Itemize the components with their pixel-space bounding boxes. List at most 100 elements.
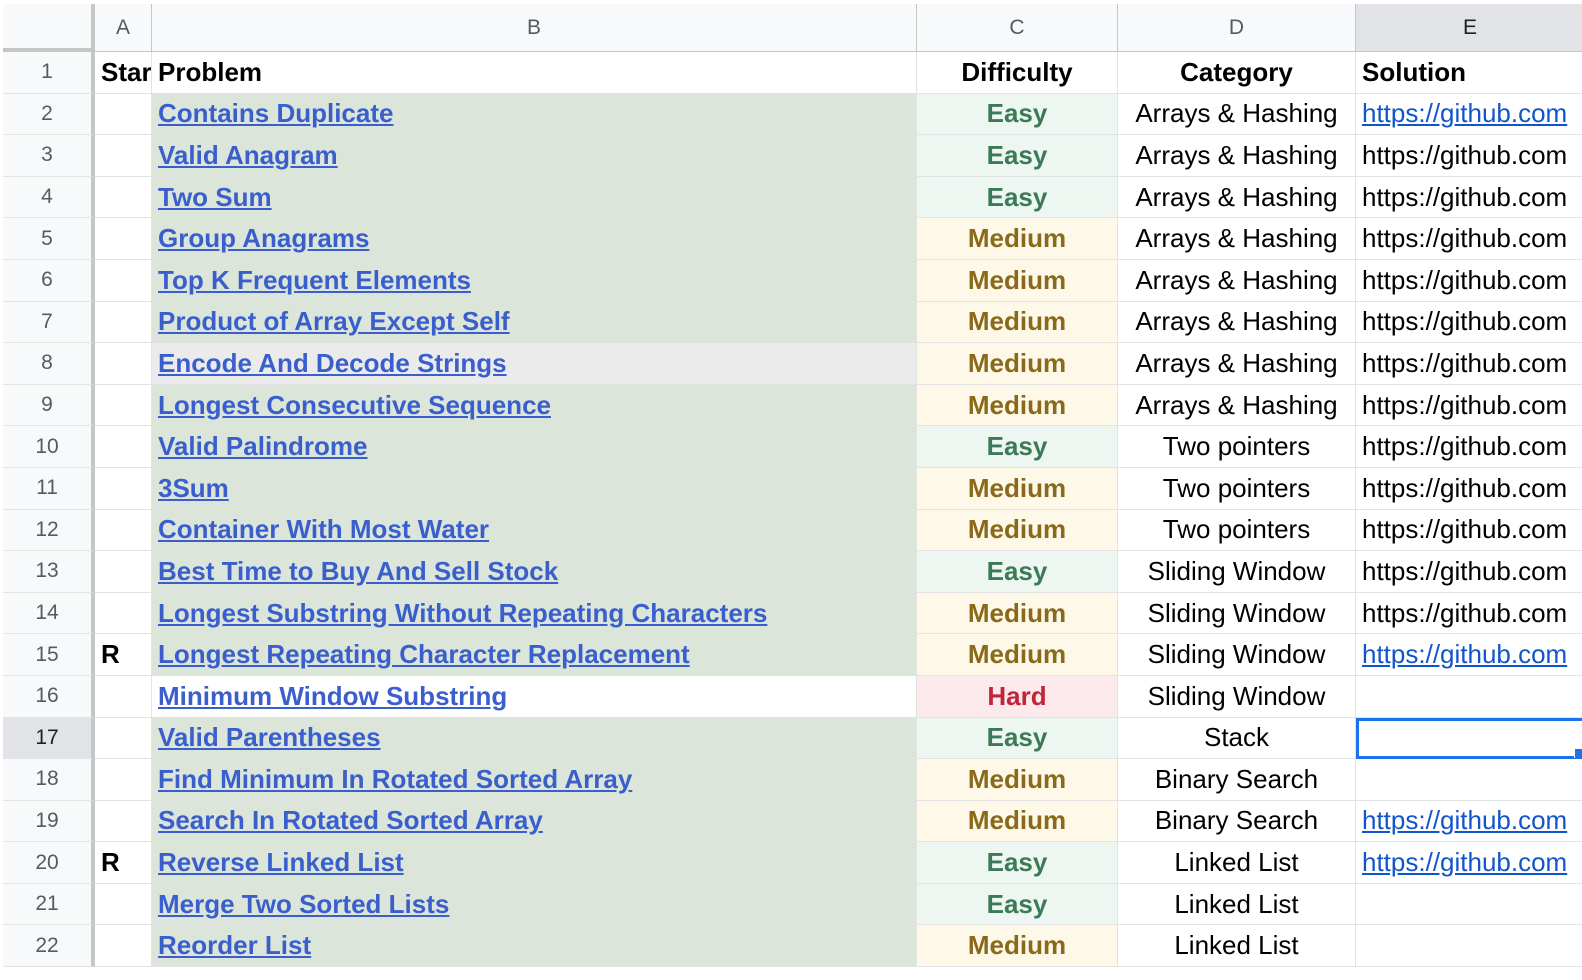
column-header-b[interactable]: B xyxy=(152,4,917,52)
row-header[interactable]: 18 xyxy=(3,759,95,801)
problem-link[interactable]: Reorder List xyxy=(158,930,311,961)
category-cell[interactable]: Sliding Window xyxy=(1118,592,1356,635)
difficulty-cell[interactable]: Easy xyxy=(917,176,1118,219)
category-cell[interactable]: Binary Search xyxy=(1118,759,1356,801)
problem-link[interactable]: 3Sum xyxy=(158,473,229,504)
problem-link[interactable]: Longest Substring Without Repeating Char… xyxy=(158,598,767,629)
solution-cell[interactable] xyxy=(1356,884,1582,926)
category-cell[interactable]: Linked List xyxy=(1118,883,1356,926)
solution-cell[interactable]: https://github.com xyxy=(1356,468,1582,510)
category-cell[interactable]: Sliding Window xyxy=(1118,675,1356,718)
header-difficulty-cell[interactable]: Difficulty xyxy=(917,52,1118,94)
solution-link[interactable]: https://github.com xyxy=(1362,306,1567,337)
column-header-c[interactable]: C xyxy=(917,4,1118,52)
problem-cell[interactable]: Reorder List xyxy=(152,925,917,968)
column-header-e[interactable]: E xyxy=(1356,4,1582,52)
difficulty-cell[interactable]: Medium xyxy=(917,343,1118,385)
solution-link[interactable]: https://github.com xyxy=(1362,265,1567,296)
row-header[interactable]: 16 xyxy=(3,675,95,718)
category-cell[interactable]: Arrays & Hashing xyxy=(1118,384,1356,427)
problem-cell[interactable]: Reverse Linked List xyxy=(152,842,917,884)
solution-cell[interactable]: https://github.com xyxy=(1356,177,1582,219)
row-header[interactable]: 6 xyxy=(3,259,95,302)
star-cell[interactable] xyxy=(95,135,152,177)
category-cell[interactable]: Linked List xyxy=(1118,842,1356,884)
row-header[interactable]: 4 xyxy=(3,176,95,219)
category-cell[interactable]: Arrays & Hashing xyxy=(1118,93,1356,136)
solution-cell[interactable]: https://github.com xyxy=(1356,343,1582,385)
problem-link[interactable]: Container With Most Water xyxy=(158,514,489,545)
problem-link[interactable]: Top K Frequent Elements xyxy=(158,265,471,296)
difficulty-cell[interactable]: Easy xyxy=(917,883,1118,926)
problem-cell[interactable]: Best Time to Buy And Sell Stock xyxy=(152,551,917,593)
problem-link[interactable]: Merge Two Sorted Lists xyxy=(158,889,449,920)
difficulty-cell[interactable]: Easy xyxy=(917,135,1118,177)
difficulty-cell[interactable]: Medium xyxy=(917,467,1118,510)
difficulty-cell[interactable]: Easy xyxy=(917,426,1118,468)
problem-cell[interactable]: Container With Most Water xyxy=(152,509,917,552)
problem-link[interactable]: Search In Rotated Sorted Array xyxy=(158,805,543,836)
row-header[interactable]: 3 xyxy=(3,135,95,177)
problem-cell[interactable]: Longest Substring Without Repeating Char… xyxy=(152,592,917,635)
problem-cell[interactable]: 3Sum xyxy=(152,467,917,510)
problem-cell[interactable]: Merge Two Sorted Lists xyxy=(152,883,917,926)
solution-link[interactable]: https://github.com xyxy=(1362,390,1567,421)
category-cell[interactable]: Two pointers xyxy=(1118,509,1356,552)
row-header[interactable]: 7 xyxy=(3,301,95,344)
solution-cell[interactable]: https://github.com xyxy=(1356,385,1582,427)
solution-link[interactable]: https://github.com xyxy=(1362,805,1567,836)
row-header[interactable]: 13 xyxy=(3,551,95,593)
row-header[interactable]: 10 xyxy=(3,426,95,468)
star-cell[interactable] xyxy=(95,509,152,552)
header-category-cell[interactable]: Category xyxy=(1118,52,1356,94)
problem-cell[interactable]: Longest Consecutive Sequence xyxy=(152,384,917,427)
problem-cell[interactable]: Encode And Decode Strings xyxy=(152,343,917,385)
problem-link[interactable]: Contains Duplicate xyxy=(158,98,393,129)
problem-link[interactable]: Two Sum xyxy=(158,182,272,213)
solution-cell[interactable]: https://github.com xyxy=(1356,302,1582,344)
row-header[interactable]: 2 xyxy=(3,93,95,136)
category-cell[interactable]: Arrays & Hashing xyxy=(1118,259,1356,302)
problem-link[interactable]: Longest Repeating Character Replacement xyxy=(158,639,690,670)
solution-cell[interactable]: https://github.com xyxy=(1356,260,1582,302)
solution-link[interactable]: https://github.com xyxy=(1362,556,1567,587)
solution-cell[interactable]: https://github.com xyxy=(1356,218,1582,260)
column-header-d[interactable]: D xyxy=(1118,4,1356,52)
problem-link[interactable]: Best Time to Buy And Sell Stock xyxy=(158,556,558,587)
solution-link[interactable]: https://github.com xyxy=(1362,98,1567,129)
row-header[interactable]: 5 xyxy=(3,218,95,260)
solution-cell[interactable]: https://github.com xyxy=(1356,842,1582,884)
solution-cell[interactable]: https://github.com xyxy=(1356,801,1582,843)
difficulty-cell[interactable]: Medium xyxy=(917,925,1118,968)
star-cell[interactable] xyxy=(95,592,152,635)
category-cell[interactable]: Linked List xyxy=(1118,925,1356,968)
solution-link[interactable]: https://github.com xyxy=(1362,598,1567,629)
problem-link[interactable]: Reverse Linked List xyxy=(158,847,404,878)
problem-cell[interactable]: Valid Palindrome xyxy=(152,426,917,468)
problem-link[interactable]: Product of Array Except Self xyxy=(158,306,510,337)
row-header[interactable]: 12 xyxy=(3,509,95,552)
header-problem-cell[interactable]: Problem xyxy=(152,52,917,94)
category-cell[interactable]: Arrays & Hashing xyxy=(1118,301,1356,344)
problem-link[interactable]: Valid Anagram xyxy=(158,140,338,171)
solution-cell[interactable]: https://github.com xyxy=(1356,593,1582,635)
problem-link[interactable]: Group Anagrams xyxy=(158,223,369,254)
row-header[interactable]: 14 xyxy=(3,592,95,635)
problem-cell[interactable]: Group Anagrams xyxy=(152,218,917,260)
difficulty-cell[interactable]: Easy xyxy=(917,93,1118,136)
row-header[interactable]: 8 xyxy=(3,343,95,385)
problem-link[interactable]: Minimum Window Substring xyxy=(158,681,507,712)
star-cell[interactable] xyxy=(95,176,152,219)
star-cell[interactable] xyxy=(95,218,152,260)
category-cell[interactable]: Arrays & Hashing xyxy=(1118,176,1356,219)
star-cell[interactable] xyxy=(95,675,152,718)
difficulty-cell[interactable]: Medium xyxy=(917,218,1118,260)
problem-link[interactable]: Valid Palindrome xyxy=(158,431,368,462)
category-cell[interactable]: Two pointers xyxy=(1118,426,1356,468)
star-cell[interactable] xyxy=(95,551,152,593)
header-solution-cell[interactable]: Solution xyxy=(1356,52,1582,94)
category-cell[interactable]: Two pointers xyxy=(1118,467,1356,510)
solution-link[interactable]: https://github.com xyxy=(1362,182,1567,213)
solution-link[interactable]: https://github.com xyxy=(1362,473,1567,504)
problem-cell[interactable]: Longest Repeating Character Replacement xyxy=(152,634,917,676)
